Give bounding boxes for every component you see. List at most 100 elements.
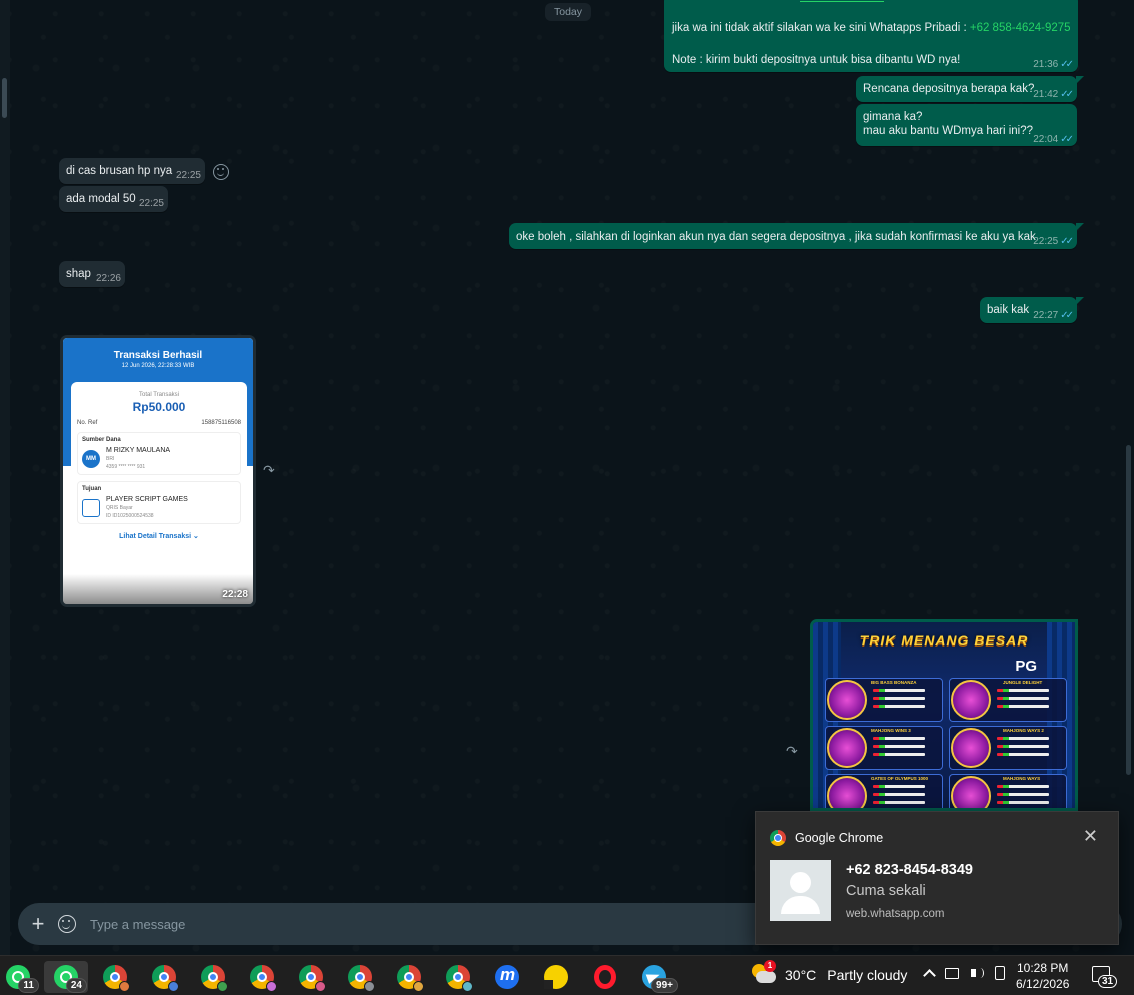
message-text: di cas brusan hp nya [66,165,173,177]
taskbar-chrome-8[interactable] [436,961,480,993]
message-time: 22:25 [138,198,164,209]
volume-icon[interactable] [970,966,984,980]
clock-date: 6/12/2026 [1016,977,1070,991]
promo-line [873,801,925,804]
message-time: 22:25 [1033,236,1059,247]
ref-number: 158875116508 [201,420,241,426]
chevron-up-icon[interactable] [923,969,936,982]
weather-widget[interactable]: 1 30°C Partly cloudy [752,960,908,986]
weather-condition: Partly cloudy [827,967,908,983]
attach-plus-icon[interactable]: + [18,911,58,937]
chrome-icon [250,965,277,992]
source-account: 4359 **** **** 931 [106,464,146,470]
chrome-icon [299,965,326,992]
message-outgoing[interactable]: oke boleh , silahkan di loginkan akun ny… [509,223,1084,249]
message-text: ada modal 50 [66,193,136,205]
react-emoji-icon[interactable] [213,164,229,180]
promo-title: TRIK MENANG BESAR [859,632,1029,648]
message-incoming[interactable]: ada modal 50 22:25 [59,186,168,212]
chat-area[interactable]: Today jika wa ini tidak aktif silakan wa… [0,0,1134,955]
destination-name: PLAYER SCRIPT GAMES [106,496,188,503]
taskbar-chrome-2[interactable] [142,961,186,993]
close-icon[interactable]: ✕ [1083,826,1098,847]
emoji-icon[interactable] [58,915,76,933]
forward-icon[interactable]: ↷ [786,743,798,760]
message-time: 22:25 [175,170,201,181]
unread-badge: 99+ [651,978,678,993]
message-text: Note : kirim bukti depositnya untuk bisa… [672,54,961,66]
clock[interactable]: 10:28 PM 6/12/2026 [1016,960,1069,992]
message-time: 22:27 [1033,310,1059,321]
taskbar-chrome-3[interactable] [191,961,235,993]
phone-link[interactable]: +62 858-4624-9275 [970,22,1071,34]
profile-icon [413,981,424,992]
network-icon[interactable] [945,967,959,979]
message-text: Rencana depositnya berapa kak? [863,83,1035,95]
notification-site: web.whatsapp.com [846,908,945,920]
chrome-icon [397,965,424,992]
avatar-body [781,896,820,914]
forward-icon[interactable]: ↷ [263,462,275,479]
taskbar-sticky-notes[interactable] [534,961,578,993]
system-tray [923,966,1005,982]
message-input[interactable] [90,916,690,932]
profile-icon [266,981,277,992]
profile-icon [119,981,130,992]
receipt-card: Total Transaksi Rp50.000 No. Ref 1588751… [71,382,247,602]
destination-section: Tujuan PLAYER SCRIPT GAMES QRIS Bayar ID… [77,481,241,524]
profile-icon [315,981,326,992]
game-coin [951,776,991,808]
message-outgoing[interactable]: Rencana depositnya berapa kak? 21:42 ✓✓ [856,76,1084,102]
profile-icon [462,981,473,992]
taskbar-telegram[interactable]: 99+ [632,961,678,993]
taskbar-chrome-1[interactable] [93,961,137,993]
image-message-receipt[interactable]: Transaksi Berhasil 12 Jun 2026, 22:28:33… [60,335,256,607]
unread-badge: 24 [65,978,87,993]
source-avatar: MM [82,449,100,468]
game-name: MAHJONG WINS 3 [871,728,911,733]
notification-app-row: Google Chrome [770,830,883,846]
chrome-notification[interactable]: Google Chrome ✕ +62 823-8454-8349 Cuma s… [755,811,1119,945]
taskbar-chrome-7[interactable] [387,961,431,993]
opera-icon [594,965,616,989]
chat-scrollbar-thumb[interactable] [1126,445,1131,775]
message-outgoing[interactable]: gimana ka? mau aku bantu WDmya hari ini?… [856,104,1077,146]
scrollbar-thumb[interactable] [2,78,7,118]
message-time: 22:26 [95,273,121,284]
battery-icon[interactable] [995,966,1005,980]
maxim-icon [495,965,519,989]
ref-label: No. Ref [77,420,98,426]
read-ticks-icon: ✓✓ [1060,236,1074,247]
read-ticks-icon: ✓✓ [1060,134,1074,145]
message-time: 22:04 [1033,134,1059,145]
chrome-icon [770,830,786,846]
taskbar-opera[interactable] [583,961,627,993]
message-text: oke boleh , silahkan di loginkan akun ny… [516,231,1036,243]
message-time: 21:36 [1033,59,1059,70]
day-divider: Today [545,3,592,21]
destination-type: QRIS Bayar [106,505,133,511]
profile-icon [364,981,375,992]
taskbar-chrome-5[interactable] [289,961,333,993]
taskbar-chrome-4[interactable] [240,961,284,993]
promo-line [873,737,925,740]
left-scrollbar[interactable] [0,0,10,955]
source-section: Sumber Dana MM M RIZKY MAULANA BRI 4359 … [77,432,241,475]
promo-line [997,689,1049,692]
taskbar-chrome-6[interactable] [338,961,382,993]
avatar-head [790,872,811,893]
notification-text: Cuma sekali [846,883,926,899]
reference-row: No. Ref 158875116508 [77,420,241,426]
taskbar-whatsapp-1[interactable]: 11 [0,961,40,993]
taskbar-whatsapp-2[interactable]: 24 [44,961,88,993]
promo-line [997,801,1049,804]
message-incoming[interactable]: di cas brusan hp nya 22:25 [59,158,205,184]
promo-line [997,737,1049,740]
temperature: 30°C [785,967,817,983]
image-message-promo[interactable]: TRIK MENANG BESAR PG BIG BASS BONANZA JU… [810,619,1078,811]
message-outgoing[interactable]: jika wa ini tidak aktif silakan wa ke si… [664,0,1078,72]
taskbar-maxim[interactable] [485,961,529,993]
message-outgoing[interactable]: baik kak 22:27 ✓✓ [980,297,1084,323]
game-coin [951,728,991,768]
message-incoming[interactable]: shap 22:26 [59,261,125,287]
